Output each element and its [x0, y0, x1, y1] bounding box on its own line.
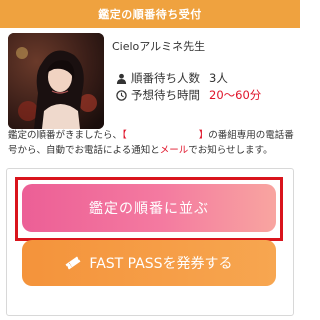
waiting-count-value: 3人: [209, 71, 228, 85]
wait-time-value: 20〜60分: [209, 88, 262, 102]
wait-time-label: 予想待ち時間: [131, 88, 200, 102]
join-queue-label: 鑑定の順番に並ぶ: [89, 201, 209, 217]
notice-bracket-close: 】: [198, 130, 209, 141]
teacher-portrait-image: [8, 33, 104, 129]
notice-text-1: 鑑定の順番がきましたら、: [8, 130, 123, 141]
fastpass-button[interactable]: FAST PASSを発券する: [22, 240, 276, 286]
waiting-count-row: 順番待ち人数 3人: [116, 70, 228, 86]
page-header: 鑑定の順番待ち受付: [0, 0, 300, 28]
teacher-avatar: [8, 33, 104, 129]
notice-text-3: でお知らせします。: [188, 145, 273, 156]
teacher-name: Cieloアルミネ先生: [112, 40, 206, 53]
waiting-count-label: 順番待ち人数: [131, 71, 200, 85]
wait-time-row: 予想待ち時間 20〜60分: [116, 87, 261, 103]
notification-notice: 鑑定の順番がきましたら、【 】の番組専用の電話番号から、自動でお電話による通知とメ…: [8, 128, 294, 158]
page-title: 鑑定の順番待ち受付: [98, 8, 202, 21]
ticket-icon: [65, 256, 81, 270]
notice-mail-link[interactable]: メール: [160, 145, 189, 156]
notice-bracket-open: 【: [122, 130, 127, 141]
clock-icon: [116, 89, 127, 101]
fastpass-label: FAST PASSを発券する: [89, 256, 233, 272]
join-queue-button[interactable]: 鑑定の順番に並ぶ: [22, 184, 276, 232]
person-icon: [116, 73, 127, 84]
